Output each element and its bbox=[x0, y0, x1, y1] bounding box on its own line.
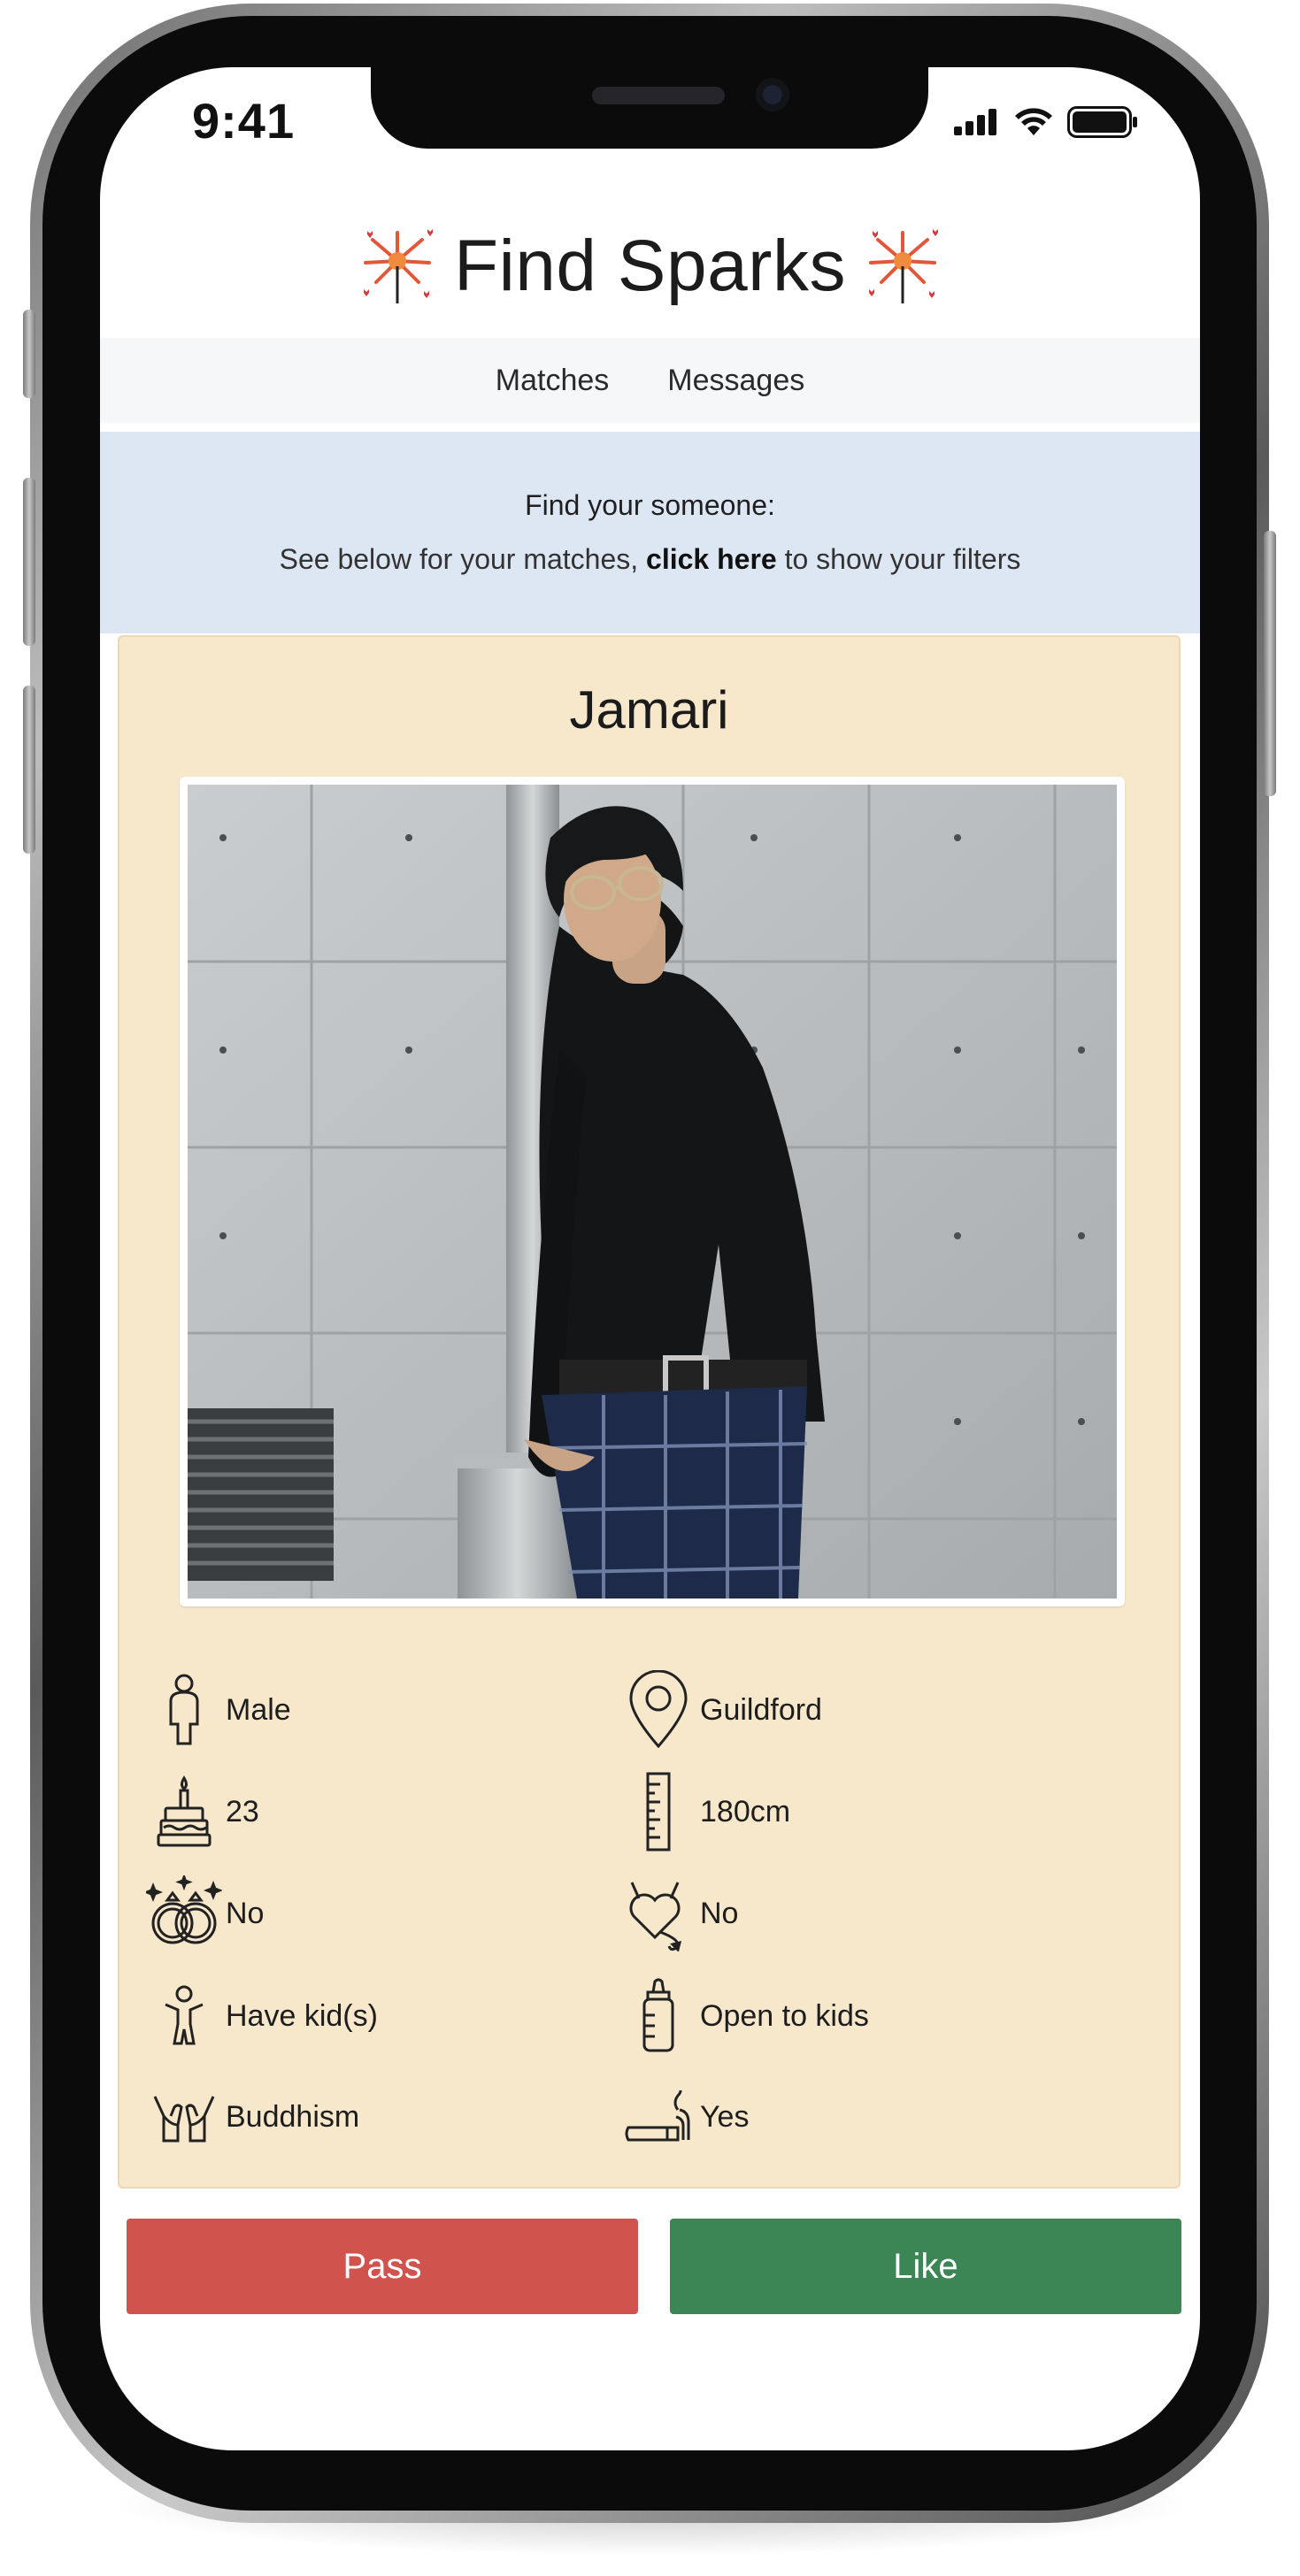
silent-switch bbox=[23, 310, 35, 398]
attr-devil-heart: No bbox=[620, 1874, 738, 1953]
phone-screen: 9:41 Find Sparks Matches Messages Find y… bbox=[100, 67, 1200, 2450]
banner-text-after: to show your filters bbox=[776, 543, 1021, 575]
nav-matches[interactable]: Matches bbox=[496, 364, 610, 398]
nav-messages[interactable]: Messages bbox=[667, 364, 804, 398]
child-icon bbox=[146, 1976, 222, 2056]
status-icons bbox=[954, 104, 1138, 140]
devil-heart-value: No bbox=[700, 1896, 739, 1930]
attr-kids: Have kid(s) bbox=[146, 1976, 378, 2056]
profile-card: Jamari Male 23 No Have kid(s) Buddhism G… bbox=[118, 635, 1181, 2189]
profile-photo-frame bbox=[180, 777, 1125, 1606]
sparkler-icon bbox=[363, 229, 433, 303]
pass-button[interactable]: Pass bbox=[127, 2219, 638, 2314]
married-value: No bbox=[226, 1896, 265, 1930]
cellular-signal-icon bbox=[954, 109, 996, 135]
wifi-icon bbox=[1015, 108, 1052, 135]
attr-age: 23 bbox=[146, 1772, 259, 1852]
attr-location: Guildford bbox=[620, 1670, 822, 1750]
attr-open-to-kids: Open to kids bbox=[620, 1976, 869, 2056]
map-pin-icon bbox=[620, 1670, 696, 1750]
banner-heading: Find your someone: bbox=[525, 489, 775, 521]
like-button[interactable]: Like bbox=[670, 2219, 1181, 2314]
profile-name: Jamari bbox=[569, 680, 729, 740]
attr-religion: Buddhism bbox=[146, 2077, 359, 2157]
speaker bbox=[592, 87, 725, 104]
age-value: 23 bbox=[226, 1794, 259, 1828]
profile-photo[interactable] bbox=[188, 785, 1117, 1598]
height-value: 180cm bbox=[700, 1794, 791, 1828]
attr-smoking: Yes bbox=[620, 2077, 749, 2157]
attr-married: No bbox=[146, 1874, 264, 1953]
info-banner: Find your someone: See below for your ma… bbox=[100, 432, 1200, 633]
attr-gender: Male bbox=[146, 1670, 291, 1750]
open-to-kids-value: Open to kids bbox=[700, 1998, 869, 2033]
birthday-cake-icon bbox=[146, 1772, 222, 1852]
wedding-rings-icon bbox=[146, 1874, 222, 1953]
show-filters-link[interactable]: click here bbox=[646, 543, 777, 575]
nav-bar: Matches Messages bbox=[100, 338, 1200, 423]
power-button bbox=[1264, 531, 1276, 796]
cigarette-icon bbox=[620, 2077, 696, 2157]
battery-icon bbox=[1067, 106, 1137, 138]
kids-value: Have kid(s) bbox=[226, 1998, 378, 2033]
app-title: Find Sparks bbox=[453, 226, 846, 306]
location-value: Guildford bbox=[700, 1692, 822, 1727]
ruler-icon bbox=[620, 1772, 696, 1852]
app-header: Find Sparks bbox=[100, 204, 1200, 328]
volume-up-button bbox=[23, 478, 35, 646]
person-icon bbox=[146, 1670, 222, 1750]
notch bbox=[371, 67, 928, 149]
front-camera bbox=[756, 78, 789, 111]
smoking-value: Yes bbox=[700, 2099, 750, 2134]
baby-bottle-icon bbox=[620, 1976, 696, 2056]
gender-value: Male bbox=[226, 1692, 291, 1727]
banner-text-before: See below for your matches, bbox=[279, 543, 647, 575]
sparkler-icon bbox=[869, 229, 938, 303]
volume-down-button bbox=[23, 686, 35, 854]
religion-value: Buddhism bbox=[226, 2099, 360, 2134]
banner-text: See below for your matches, click here t… bbox=[280, 543, 1021, 576]
status-time: 9:41 bbox=[192, 93, 296, 149]
profile-photo-illustration bbox=[188, 785, 1117, 1598]
praying-hands-icon bbox=[146, 2077, 222, 2157]
attr-height: 180cm bbox=[620, 1772, 790, 1852]
devil-heart-icon bbox=[620, 1874, 696, 1953]
